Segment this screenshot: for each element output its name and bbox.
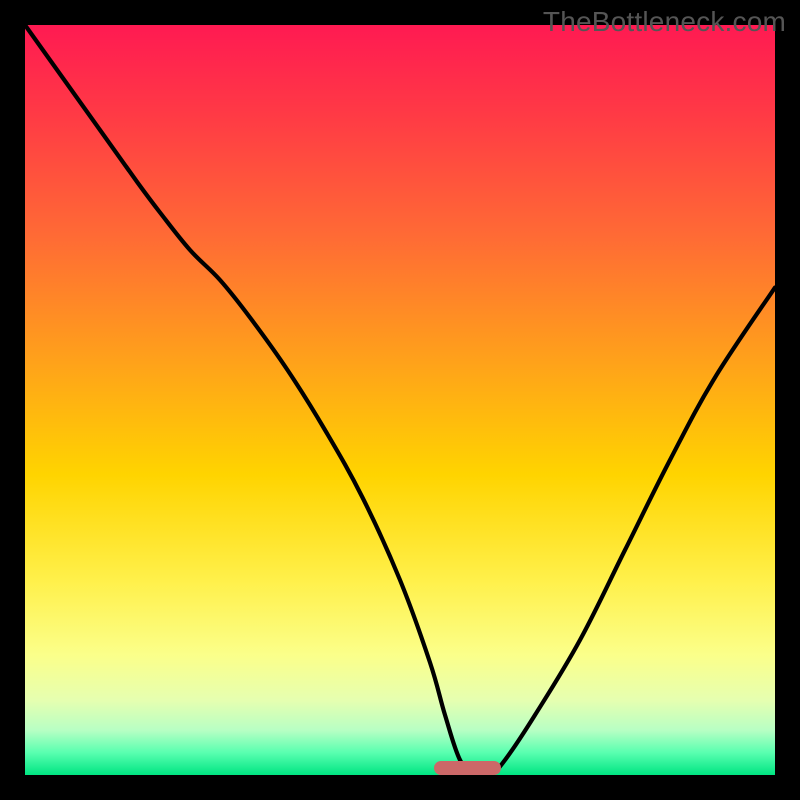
plot-area — [25, 25, 775, 775]
chart-frame: TheBottleneck.com — [0, 0, 800, 800]
bottleneck-curve — [25, 25, 775, 775]
watermark-text: TheBottleneck.com — [543, 6, 786, 38]
optimal-marker — [434, 761, 502, 775]
